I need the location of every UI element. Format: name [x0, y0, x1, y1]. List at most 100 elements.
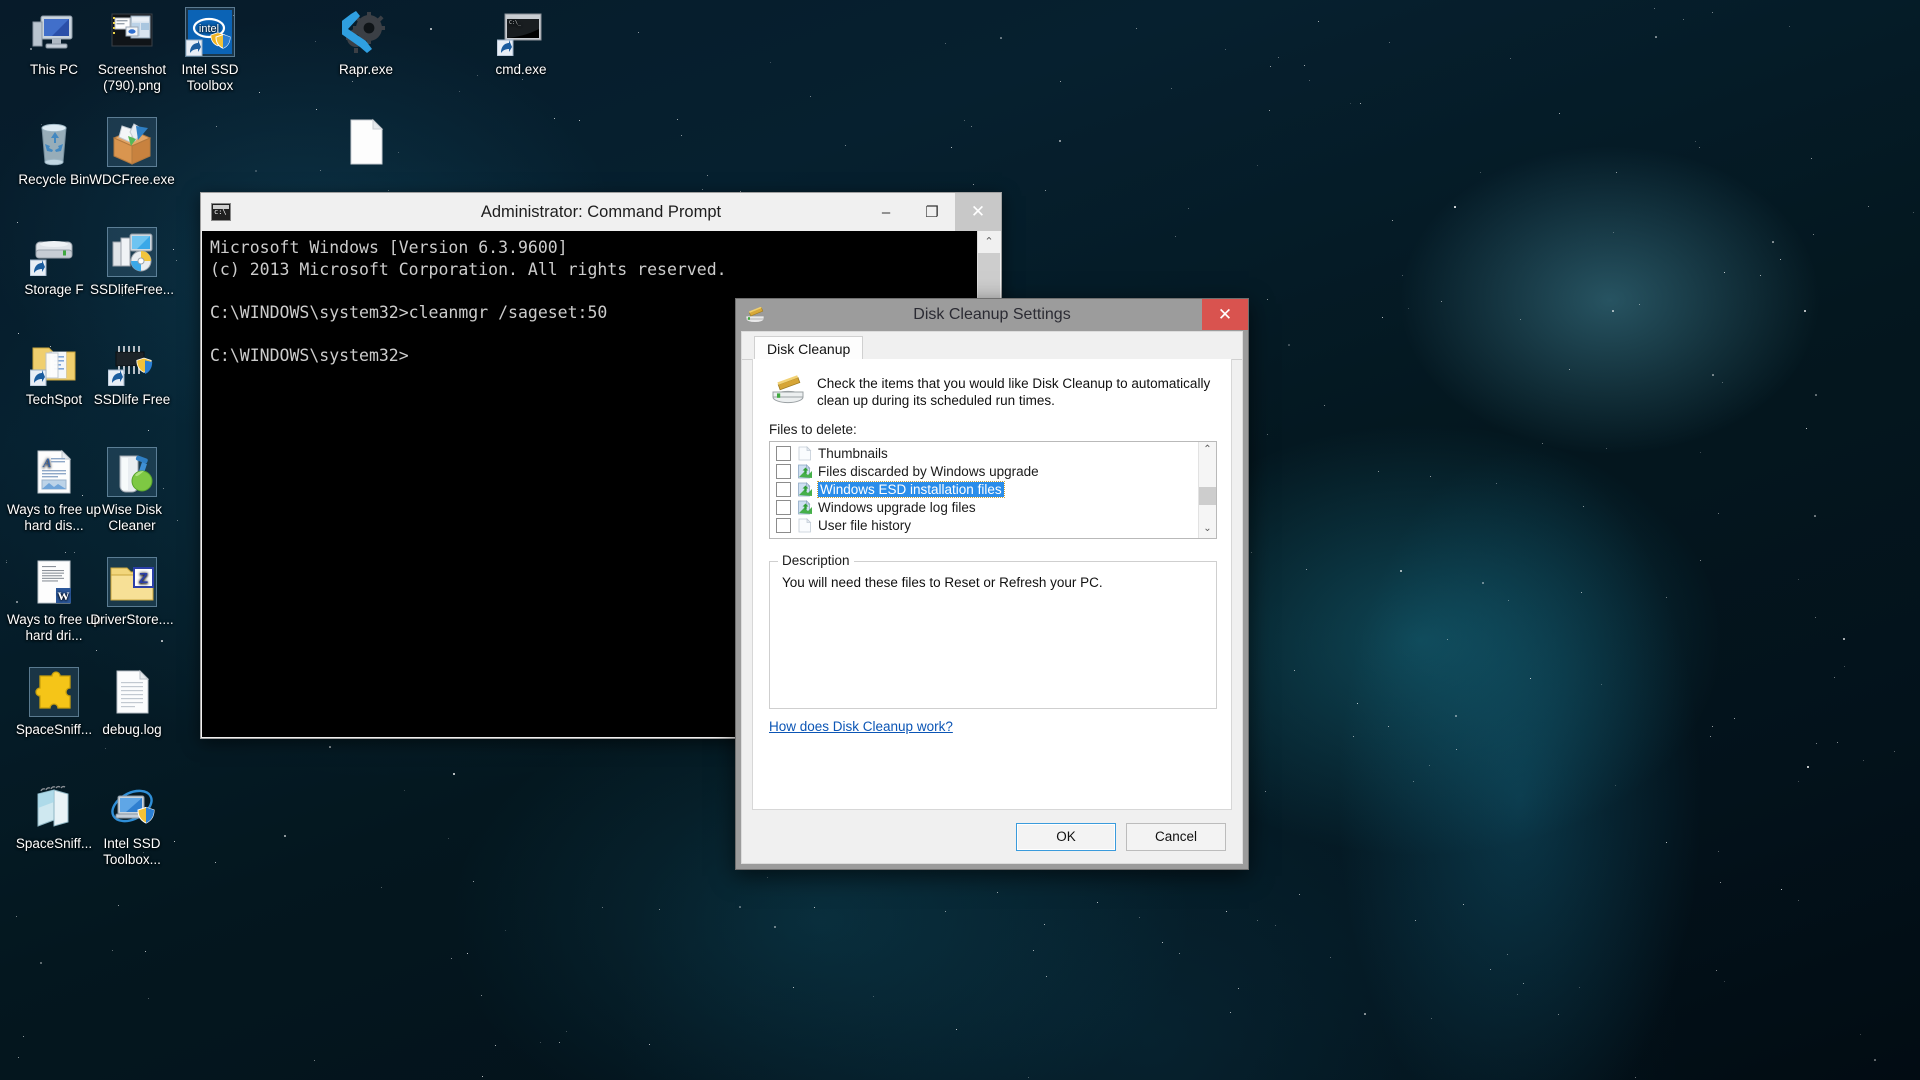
- desktop-icon[interactable]: Wise Disk Cleaner: [84, 447, 180, 533]
- file-list-item[interactable]: User file history: [770, 516, 1198, 534]
- desktop-icon-label: cmd.exe: [495, 62, 547, 77]
- wise-disk-cleaner-icon: [107, 447, 157, 497]
- zip-folder-icon: Z: [107, 557, 157, 607]
- dialog-titlebar[interactable]: Disk Cleanup Settings ✕: [736, 299, 1248, 331]
- desktop-icon-label: debug.log: [102, 722, 162, 737]
- close-button[interactable]: ✕: [955, 193, 1001, 231]
- intel-ssd-toolbox-icon: intel: [185, 7, 235, 57]
- desktop-icon-label: DriverStore....: [90, 612, 174, 627]
- dialog-header-text: Check the items that you would like Disk…: [817, 376, 1211, 408]
- desktop-icon-label: Intel SSD Toolbox...: [103, 836, 161, 867]
- cmd-shortcut-icon: C:\_: [496, 8, 545, 57]
- file-item-checkbox[interactable]: [776, 481, 791, 497]
- svg-text:W: W: [58, 589, 70, 603]
- upgrade-icon: [797, 499, 813, 515]
- ok-button[interactable]: OK: [1016, 822, 1116, 851]
- desktop-icon[interactable]: WDCFree.exe: [84, 117, 180, 188]
- desktop-icon[interactable]: intel Intel SSD Toolbox: [162, 7, 258, 93]
- console-icon: [211, 203, 231, 221]
- svg-text:Z: Z: [139, 570, 148, 587]
- cancel-button[interactable]: Cancel: [1126, 822, 1226, 851]
- file-item-label: User file history: [818, 517, 912, 533]
- file-item-checkbox[interactable]: [776, 445, 791, 461]
- folder-documents-shortcut-icon: [29, 338, 78, 387]
- description-group: Description You will need these files to…: [769, 553, 1217, 709]
- word-document-icon: W: [30, 558, 78, 606]
- file-list[interactable]: Thumbnails Files discarded by Windows upg…: [770, 442, 1198, 538]
- minimize-button[interactable]: –: [863, 193, 909, 231]
- file-item-label: Thumbnails: [818, 445, 888, 461]
- desktop-icon[interactable]: Rapr.exe: [318, 8, 414, 78]
- desktop-icon-label: Intel SSD Toolbox: [181, 62, 239, 93]
- file-list-scrollbar[interactable]: ⌃ ⌄: [1198, 442, 1216, 538]
- page-icon: [797, 445, 813, 461]
- html-document-icon: A: [30, 448, 78, 496]
- disk-cleanup-brush-glyph: [772, 375, 804, 404]
- disk-cleanup-icon: [745, 306, 767, 323]
- ssdlife-installer-icon: [107, 227, 157, 277]
- intel-ssd-toolbox-network-icon: [108, 782, 156, 830]
- scroll-up-icon[interactable]: ⌃: [1199, 442, 1216, 459]
- dialog-header: Check the items that you would like Disk…: [753, 359, 1231, 409]
- disk-cleanup-brush-icon: [771, 375, 807, 405]
- desktop-icon[interactable]: debug.log: [84, 668, 180, 738]
- how-does-disk-cleanup-work-link[interactable]: How does Disk Cleanup work?: [769, 719, 953, 734]
- chip-shield-shortcut-icon: [107, 338, 156, 387]
- upgrade-icon: [797, 463, 813, 479]
- file-item-checkbox[interactable]: [776, 463, 791, 479]
- desktop-icon-label: SSDlife Free: [93, 392, 171, 407]
- desktop-icon[interactable]: [318, 118, 414, 172]
- computer-icon: [30, 8, 78, 56]
- desktop-icon-label: Wise Disk Cleaner: [102, 502, 162, 533]
- dialog-title: Disk Cleanup Settings: [913, 306, 1071, 323]
- desktop-icon[interactable]: Intel SSD Toolbox...: [84, 782, 180, 867]
- description-legend: Description: [778, 553, 854, 568]
- maximize-button[interactable]: ❐: [909, 193, 955, 231]
- file-item-label: Files discarded by Windows upgrade: [818, 463, 1039, 479]
- file-list-item[interactable]: Files discarded by Windows upgrade: [770, 462, 1198, 480]
- log-file-icon: [108, 668, 156, 716]
- file-item-label: Windows upgrade log files: [818, 499, 976, 515]
- recycle-bin-icon: [30, 118, 78, 166]
- svg-text:C:\_: C:\_: [509, 20, 522, 26]
- desktop-icon[interactable]: SSDlifeFree...: [84, 227, 180, 298]
- scroll-down-icon[interactable]: ⌄: [1199, 521, 1216, 538]
- image-file-icon: [108, 8, 156, 56]
- disk-cleanup-glyph: [745, 306, 765, 323]
- svg-text:A: A: [42, 455, 51, 470]
- dialog-client-area: Disk Cleanup Check the items that you wo…: [741, 331, 1243, 864]
- tab-page-disk-cleanup: Check the items that you would like Disk…: [752, 359, 1232, 810]
- puzzle-piece-icon: [29, 667, 79, 717]
- blank-document-icon: [342, 118, 390, 166]
- files-to-delete-listbox[interactable]: Thumbnails Files discarded by Windows upg…: [769, 441, 1217, 539]
- file-item-label: Windows ESD installation files: [817, 480, 1005, 498]
- files-to-delete-label: Files to delete:: [769, 422, 857, 437]
- close-icon[interactable]: ✕: [1202, 299, 1248, 330]
- command-prompt-titlebar[interactable]: Administrator: Command Prompt – ❐ ✕: [201, 193, 1001, 231]
- desktop-icon-label: WDCFree.exe: [89, 172, 175, 187]
- file-item-checkbox[interactable]: [776, 499, 791, 515]
- desktop-icon-label: SSDlifeFree...: [89, 282, 175, 297]
- desktop-icon[interactable]: SSDlife Free: [84, 338, 180, 408]
- gear-wrench-icon: [338, 8, 390, 56]
- desktop-icon[interactable]: C:\_ cmd.exe: [473, 8, 569, 78]
- upgrade-icon: [797, 481, 813, 497]
- scrollbar-thumb[interactable]: [1199, 487, 1216, 505]
- disk-cleanup-settings-dialog[interactable]: Disk Cleanup Settings ✕ Disk Cleanup Che…: [735, 298, 1249, 870]
- file-list-item[interactable]: Windows upgrade log files: [770, 498, 1198, 516]
- command-prompt-window-controls: – ❐ ✕: [863, 193, 1001, 231]
- file-list-item[interactable]: Windows ESD installation files: [770, 480, 1198, 498]
- tab-disk-cleanup[interactable]: Disk Cleanup: [754, 336, 864, 361]
- external-drive-shortcut-icon: [29, 228, 78, 277]
- page-icon: [797, 517, 813, 533]
- description-text: You will need these files to Reset or Re…: [782, 575, 1103, 590]
- tab-strip: Disk Cleanup: [742, 332, 1242, 361]
- file-item-checkbox[interactable]: [776, 517, 791, 533]
- dialog-button-row: OK Cancel: [742, 810, 1242, 863]
- desktop-icon-label: Rapr.exe: [338, 62, 394, 77]
- open-box-icon: [107, 117, 157, 167]
- notepad-spiral-icon: [30, 782, 78, 830]
- scroll-up-icon[interactable]: ⌃: [978, 231, 1000, 253]
- desktop-icon[interactable]: Z DriverStore....: [84, 557, 180, 628]
- file-list-item[interactable]: Thumbnails: [770, 444, 1198, 462]
